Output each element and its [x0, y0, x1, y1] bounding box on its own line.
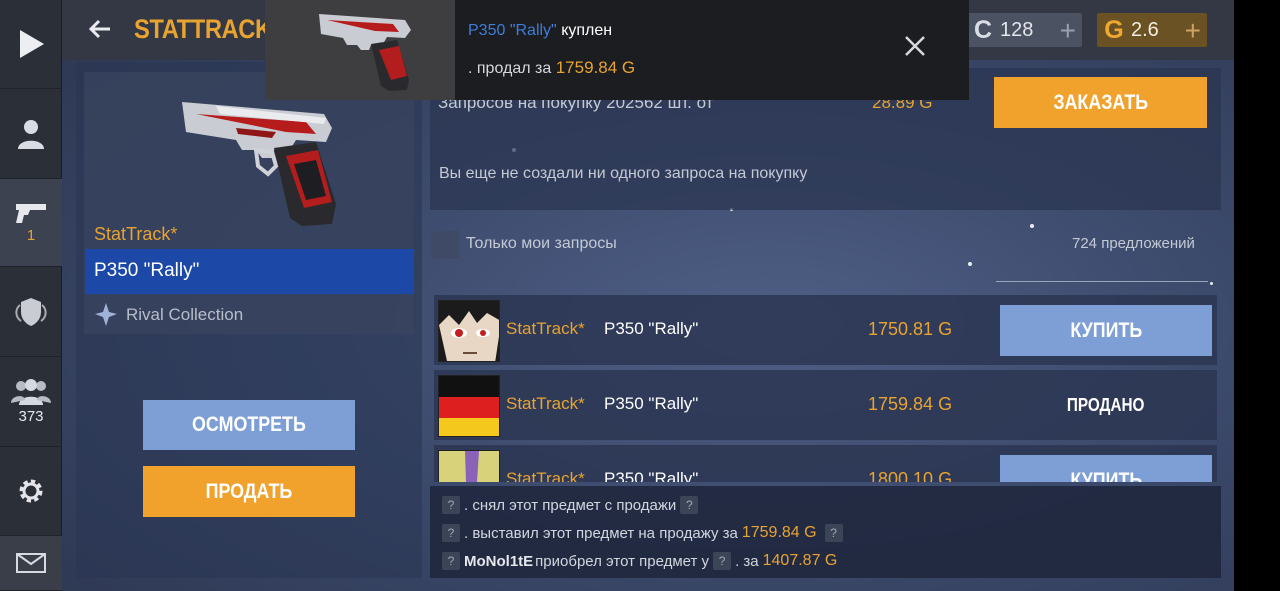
notification-price: 1759.84 G	[555, 58, 636, 77]
sold-status: ПРОДАНО	[1000, 380, 1212, 431]
stattrack-label: StatTrack*	[94, 224, 178, 244]
sidebar: 1 373	[0, 0, 62, 591]
listing-stattrack: StatTrack*	[506, 469, 585, 482]
screen-edge	[1234, 0, 1280, 591]
listing-stattrack: StatTrack*	[506, 319, 585, 338]
unknown-user-icon: ?	[442, 496, 460, 514]
no-requests-message: Вы еще не создали ни одного запроса на п…	[439, 165, 808, 182]
silver-amount: 128	[1000, 18, 1034, 41]
log-text: . выставил этот предмет на продажу за	[464, 524, 738, 542]
listing-price: 1750.81 G	[868, 319, 953, 339]
sidebar-item-clan[interactable]	[0, 267, 62, 357]
collection-name: Rival Collection	[126, 305, 244, 324]
log-entry: ? . снял этот предмет с продажи ?	[438, 496, 702, 514]
listings-list[interactable]: StatTrack* P350 "Rally" 1750.81 G КУПИТЬ…	[430, 290, 1221, 482]
only-my-requests-label: Только мои запросы	[466, 235, 617, 252]
anime-avatar-icon	[439, 301, 499, 361]
log-entry: ? . выставил этот предмет на продажу за …	[438, 524, 847, 542]
log-username: MoNol1tE	[464, 552, 534, 570]
collection-info: Rival Collection	[94, 302, 243, 328]
friends-icon	[11, 379, 51, 405]
close-notification-button[interactable]	[904, 33, 926, 63]
back-button[interactable]	[88, 16, 112, 47]
silver-currency: C 128 +	[966, 13, 1082, 47]
log-price: 1407.87 G	[762, 552, 838, 569]
log-entry: ? MoNol1tE приобрел этот предмет у ? . з…	[438, 552, 841, 570]
notification-title: P350 "Rally" куплен	[468, 22, 612, 40]
notification-item-image	[265, 0, 455, 100]
pistol-icon	[16, 204, 46, 223]
snowflake	[1030, 224, 1034, 228]
gold-coin-icon: G	[1104, 15, 1124, 44]
purple-avatar-icon	[439, 451, 499, 482]
order-button-label: ЗАКАЗАТЬ	[1053, 90, 1148, 114]
inspect-button-label: ОСМОТРЕТЬ	[192, 413, 306, 436]
inspect-button[interactable]: ОСМОТРЕТЬ	[143, 400, 355, 450]
listing-name: P350 "Rally"	[604, 394, 699, 413]
buy-button-label: КУПИТЬ	[1070, 318, 1142, 342]
sidebar-item-friends[interactable]: 373	[0, 357, 62, 447]
listing-name: P350 "Rally"	[604, 469, 699, 482]
gold-amount: 2.6	[1131, 18, 1159, 41]
sold-label: ПРОДАНО	[1067, 395, 1145, 415]
unknown-item-icon: ?	[824, 524, 843, 542]
gear-icon	[19, 479, 43, 503]
buy-button[interactable]: КУПИТЬ	[1000, 455, 1212, 482]
notification-detail: . продал за 1759.84 G	[468, 58, 635, 78]
list-item: StatTrack* P350 "Rally" 1750.81 G КУПИТЬ	[434, 295, 1217, 365]
sidebar-item-play[interactable]	[0, 0, 62, 89]
listing-name: P350 "Rally"	[604, 319, 699, 338]
sidebar-item-inventory[interactable]: 1	[0, 179, 62, 267]
sell-button-label: ПРОДАТЬ	[205, 479, 293, 503]
list-item: StatTrack* P350 "Rally" 1800.10 G КУПИТЬ	[434, 445, 1217, 482]
log-text: приобрел этот предмет у	[535, 552, 710, 570]
mail-icon	[16, 553, 46, 573]
snowflake	[1210, 282, 1213, 285]
purchase-notification	[455, 0, 969, 100]
unknown-item-icon: ?	[680, 496, 699, 514]
arrow-left-icon	[88, 19, 110, 39]
friends-count: 373	[18, 408, 44, 425]
sidebar-item-settings[interactable]	[0, 447, 62, 536]
silver-coin-icon: C	[973, 15, 993, 44]
unknown-user-icon: ?	[442, 552, 460, 570]
seller-avatar	[438, 375, 500, 437]
sidebar-item-mail[interactable]	[0, 536, 62, 591]
notification-item-name: P350 "Rally"	[468, 22, 557, 39]
divider	[996, 281, 1208, 282]
listing-price: 1800.10 G	[868, 469, 953, 482]
sell-button[interactable]: ПРОДАТЬ	[143, 466, 355, 517]
log-text: . снял этот предмет с продажи	[464, 496, 677, 514]
notification-sold-text: . продал за	[468, 60, 552, 77]
shield-wings-icon	[15, 297, 47, 326]
listing-price: 1759.84 G	[868, 394, 953, 414]
inventory-count: 1	[26, 227, 36, 244]
buy-button-label: КУПИТЬ	[1070, 468, 1142, 483]
seller-avatar	[438, 300, 500, 362]
rival-logo-icon	[95, 303, 117, 326]
buy-button[interactable]: КУПИТЬ	[1000, 305, 1212, 356]
sidebar-item-profile[interactable]	[0, 89, 62, 179]
log-price: 1759.84 G	[741, 524, 817, 541]
only-my-requests-checkbox[interactable]	[431, 231, 459, 259]
play-icon	[20, 30, 44, 58]
log-text-suffix: . за	[735, 552, 759, 570]
item-name: P350 "Rally"	[85, 249, 414, 294]
german-flag-icon	[439, 376, 499, 436]
seller-avatar	[438, 450, 500, 482]
unknown-user-icon: ?	[713, 552, 732, 570]
close-icon	[905, 36, 925, 56]
order-button[interactable]: ЗАКАЗАТЬ	[994, 77, 1207, 128]
unknown-user-icon: ?	[442, 524, 460, 542]
add-gold-button[interactable]: +	[1185, 15, 1201, 47]
gold-currency: G 2.6 +	[1097, 13, 1207, 47]
add-silver-button[interactable]: +	[1060, 15, 1076, 47]
snowflake	[968, 262, 972, 266]
notification-bought-text: куплен	[561, 22, 613, 39]
list-item: StatTrack* P350 "Rally" 1759.84 G ПРОДАН…	[434, 370, 1217, 440]
offers-count: 724 предложений	[1072, 235, 1195, 252]
listing-stattrack: StatTrack*	[506, 394, 585, 413]
pistol-image	[176, 92, 341, 237]
profile-icon	[18, 119, 44, 149]
